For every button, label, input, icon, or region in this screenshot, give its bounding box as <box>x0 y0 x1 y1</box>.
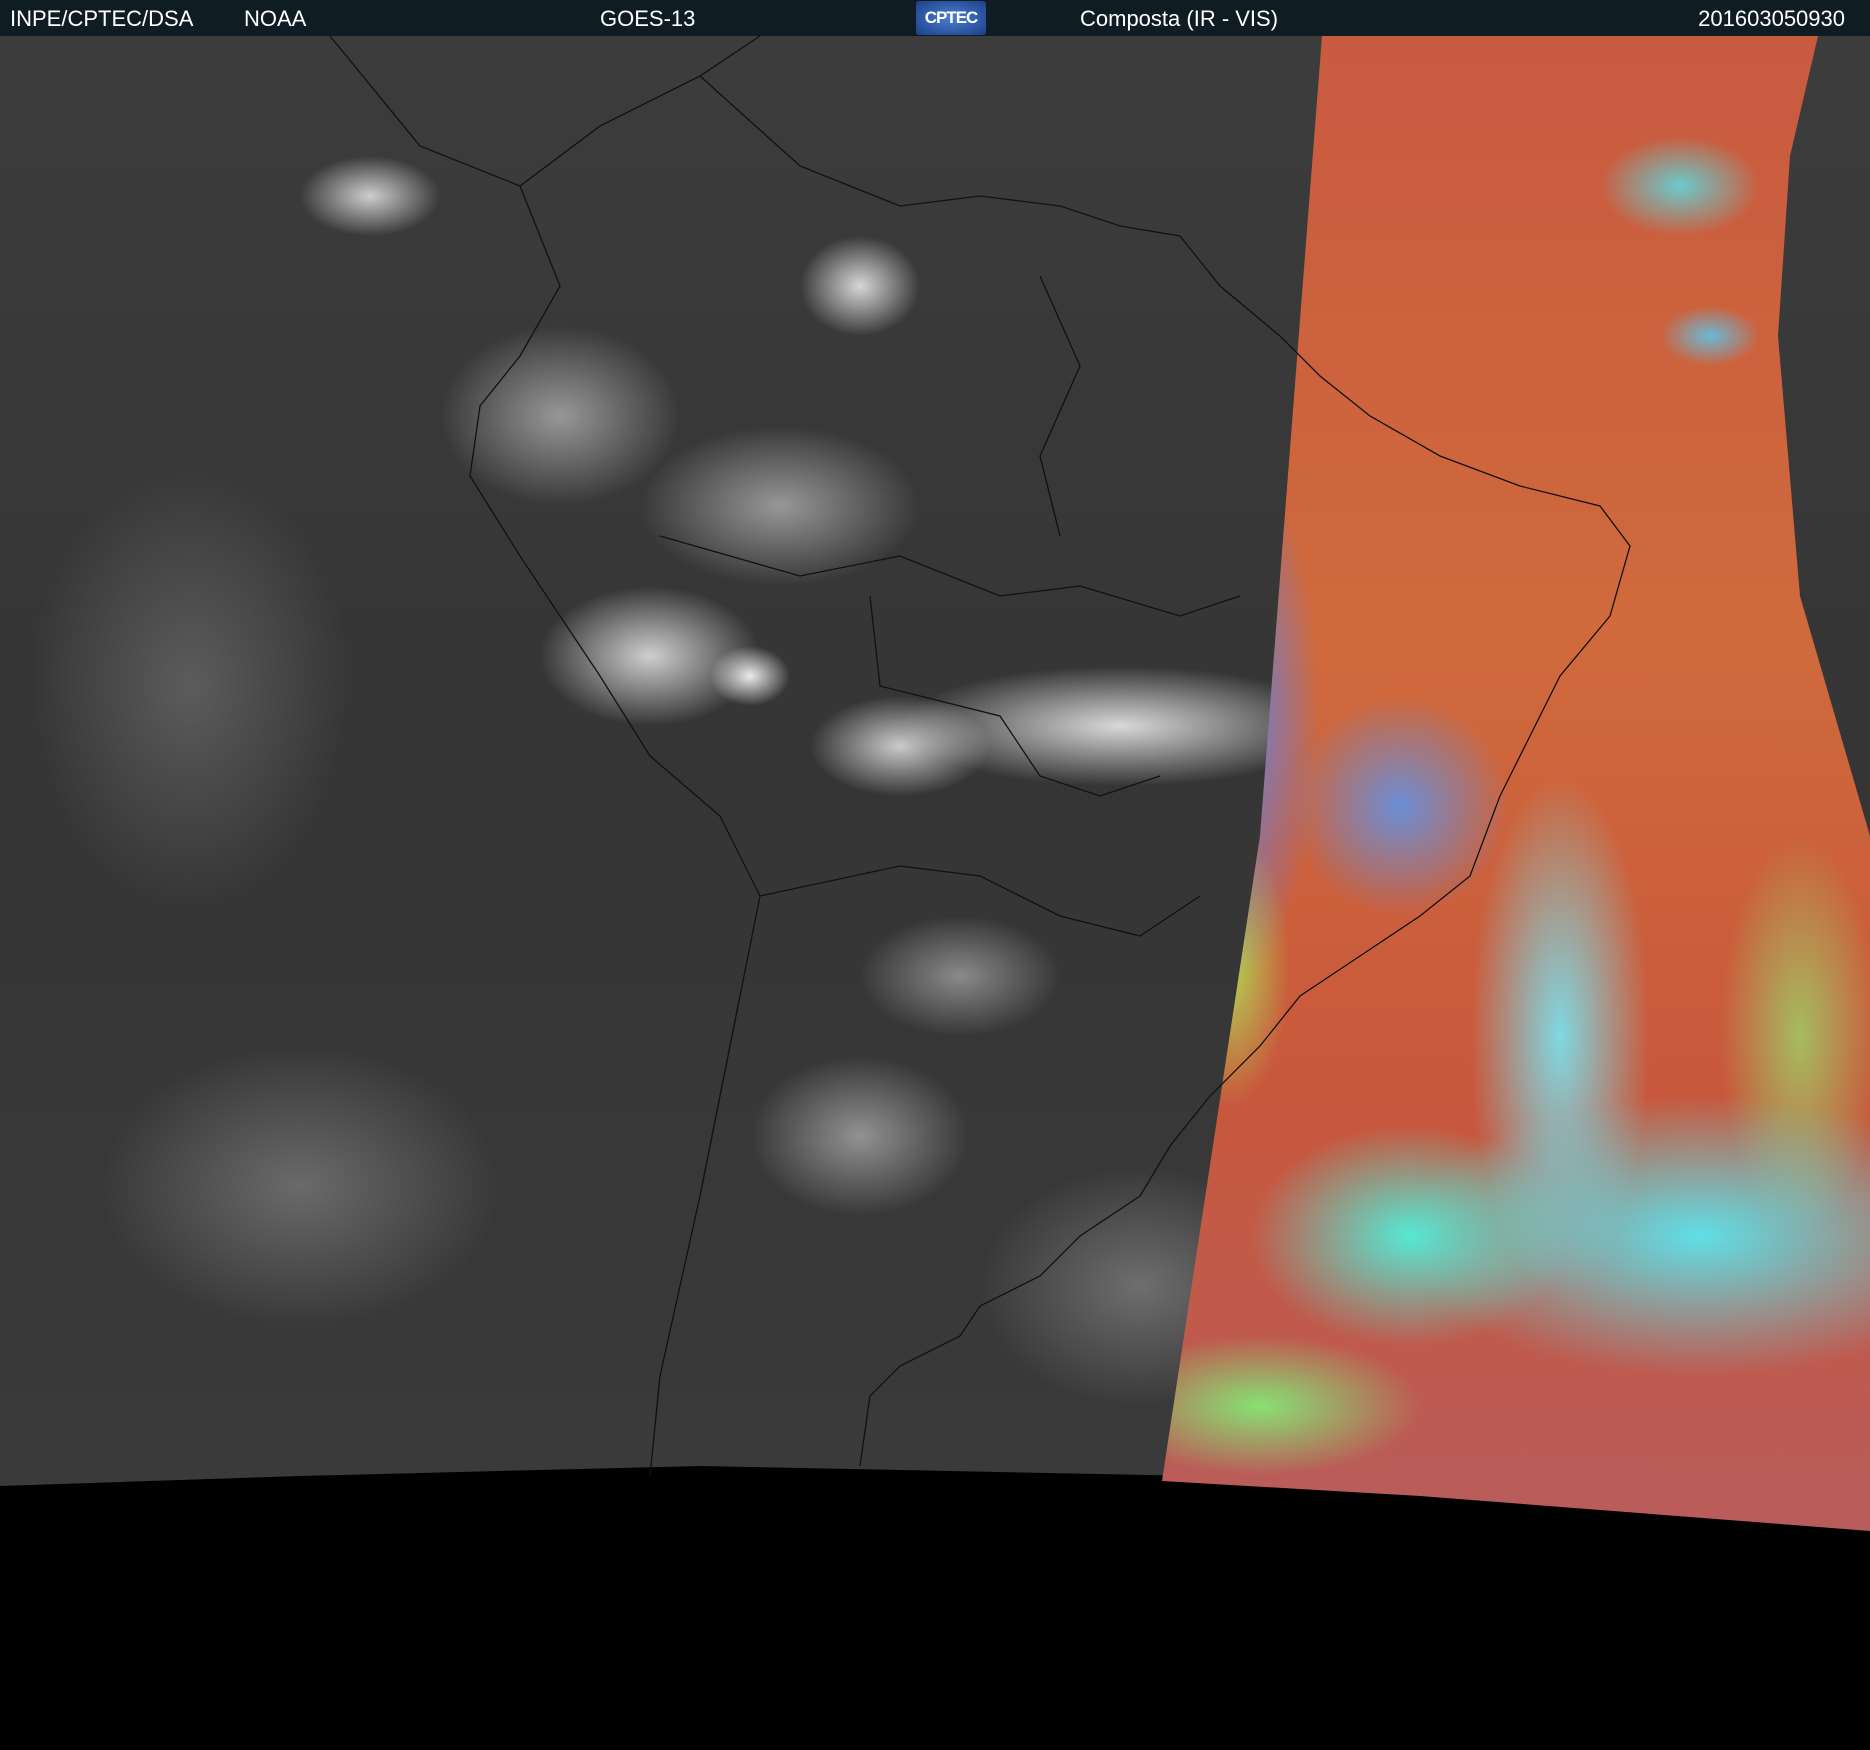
satellite-label: GOES-13 <box>600 6 696 31</box>
agency-label: INPE/CPTEC/DSA <box>10 6 194 31</box>
satellite-image <box>0 36 1870 1750</box>
product-label: Composta (IR - VIS) <box>1080 6 1279 31</box>
south-america-outline <box>329 36 1631 1477</box>
logo-text: CPTEC <box>924 8 979 27</box>
coastline-overlay <box>329 36 1631 1477</box>
header-bar: INPE/CPTEC/DSA NOAA GOES-13 CPTEC Compos… <box>0 0 1870 36</box>
source-label: NOAA <box>244 6 307 31</box>
cptec-logo: CPTEC <box>916 1 986 35</box>
timestamp-label: 201603050930 <box>1698 6 1845 31</box>
